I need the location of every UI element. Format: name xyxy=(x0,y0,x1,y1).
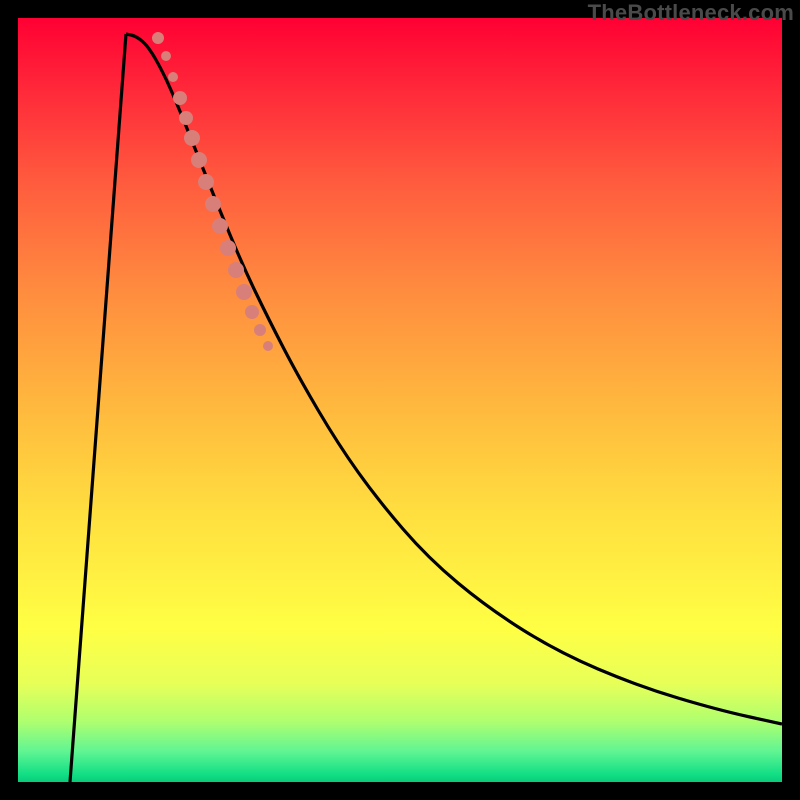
marker-dot xyxy=(179,111,193,125)
marker-dot xyxy=(220,240,236,256)
marker-dot xyxy=(212,218,228,234)
marker-dot xyxy=(173,91,187,105)
left-slope xyxy=(70,34,126,782)
chart-svg xyxy=(18,18,782,782)
plot-area xyxy=(18,18,782,782)
marker-dot xyxy=(205,196,221,212)
chart-frame: TheBottleneck.com xyxy=(0,0,800,800)
marker-dot xyxy=(263,341,273,351)
marker-dot xyxy=(198,174,214,190)
marker-dot xyxy=(254,324,266,336)
marker-dot xyxy=(161,51,171,61)
marker-dot xyxy=(152,32,164,44)
marker-dot xyxy=(184,130,200,146)
marker-dot xyxy=(236,284,252,300)
right-curve xyxy=(126,34,782,724)
curve-layer xyxy=(70,34,782,782)
watermark-text: TheBottleneck.com xyxy=(588,0,794,26)
marker-dot xyxy=(168,72,178,82)
marker-dot xyxy=(228,262,244,278)
marker-dot xyxy=(245,305,259,319)
marker-dot xyxy=(191,152,207,168)
